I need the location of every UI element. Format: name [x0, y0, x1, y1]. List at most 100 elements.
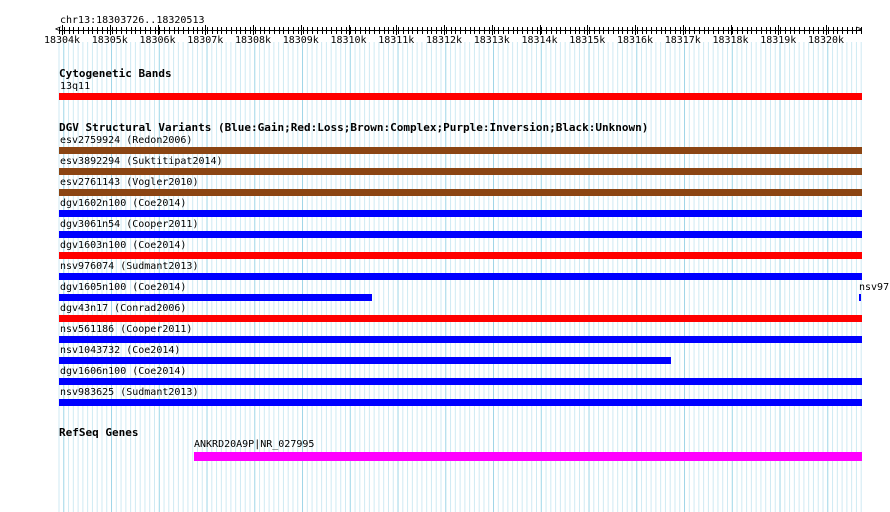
ruler-minor-tick [756, 27, 758, 34]
ruler-major-tick [396, 25, 398, 35]
variant-bar[interactable] [59, 147, 862, 154]
variant-bar[interactable] [59, 273, 862, 280]
ruler-minor-tick [703, 27, 705, 34]
ruler-minor-tick [101, 27, 103, 34]
ruler-minor-tick [531, 27, 533, 34]
ruler-minor-tick [388, 27, 390, 34]
ruler-minor-tick [617, 27, 619, 34]
ruler-major-tick [62, 25, 63, 35]
ruler-minor-tick [364, 27, 366, 34]
ruler-minor-tick [603, 27, 605, 34]
ruler-minor-tick [378, 27, 380, 34]
ruler-minor-tick [512, 27, 514, 34]
ruler-minor-tick [694, 27, 696, 34]
variant-bar[interactable] [59, 189, 862, 196]
ruler-minor-tick [240, 27, 242, 34]
ruler-minor-tick [63, 27, 65, 34]
ruler-minor-tick [407, 27, 409, 34]
ruler-tick-label: 18317k [664, 35, 701, 46]
ruler-minor-tick [92, 27, 94, 34]
ruler-tick-label: 18313k [473, 35, 510, 46]
ruler-minor-tick [168, 27, 170, 34]
variant-side-bar[interactable] [859, 294, 861, 301]
ruler-minor-tick [483, 27, 485, 34]
ruler-minor-tick [541, 27, 543, 34]
ruler-minor-tick [469, 27, 471, 34]
variant-bar[interactable] [59, 336, 862, 343]
ruler-minor-tick [522, 27, 524, 34]
ruler-minor-tick [269, 27, 271, 34]
ruler-minor-tick [464, 27, 466, 34]
cytoband-label: 13q11 [60, 81, 91, 92]
ruler-minor-tick [230, 27, 232, 34]
ruler-major-tick [205, 25, 207, 35]
ruler-minor-tick [445, 27, 447, 34]
ruler-major-tick [682, 25, 684, 35]
cytoband-bar[interactable] [59, 93, 862, 100]
ruler-minor-tick [374, 27, 376, 34]
ruler-minor-tick [393, 27, 395, 34]
ruler-minor-tick [784, 27, 786, 34]
refseq-gene-bar[interactable] [194, 452, 862, 461]
ruler-minor-tick [837, 27, 839, 34]
ruler-minor-tick [646, 27, 648, 34]
ruler-minor-tick [546, 27, 548, 34]
ruler-minor-tick [555, 27, 557, 34]
variant-bar[interactable] [59, 294, 372, 301]
ruler-minor-tick [106, 27, 108, 34]
ruler-minor-tick [140, 27, 142, 34]
ruler-minor-tick [302, 27, 304, 34]
ruler-minor-tick [679, 27, 681, 34]
ruler-minor-tick [135, 27, 137, 34]
ruler-minor-tick [316, 27, 318, 34]
variant-bar[interactable] [59, 315, 862, 322]
variant-bar[interactable] [59, 231, 862, 238]
ruler-minor-tick [598, 27, 600, 34]
ruler-tick-label: 18309k [282, 35, 319, 46]
ruler-minor-tick [737, 27, 739, 34]
dgv-track-title: DGV Structural Variants (Blue:Gain;Red:L… [59, 121, 649, 134]
variant-bar[interactable] [59, 168, 862, 175]
refseq-track-title: RefSeq Genes [59, 426, 139, 439]
ruler-tick-label: 18310k [330, 35, 367, 46]
variant-bar[interactable] [59, 399, 862, 406]
ruler-tick-label: 18306k [139, 35, 176, 46]
ruler-minor-tick [780, 27, 782, 34]
variant-bar[interactable] [59, 210, 862, 217]
ruler-minor-tick [674, 27, 676, 34]
variant-label: nsv1043732 (Coe2014) [60, 345, 181, 356]
ruler-minor-tick [345, 27, 347, 34]
ruler-minor-tick [383, 27, 385, 34]
variant-bar[interactable] [59, 378, 862, 385]
ruler-minor-tick [655, 27, 657, 34]
ruler-minor-tick [426, 27, 428, 34]
ruler-minor-tick [183, 27, 185, 34]
refseq-gene-label: ANKRD20A9P|NR_027995 [194, 439, 315, 450]
ruler-minor-tick [221, 27, 223, 34]
ruler-minor-tick [111, 27, 113, 34]
ruler-minor-tick [813, 27, 815, 34]
ruler-minor-tick [770, 27, 772, 34]
ruler-minor-tick [823, 27, 824, 34]
ruler-major-tick [778, 25, 780, 35]
ruler-minor-tick [632, 27, 633, 34]
variant-label: esv3892294 (Suktitipat2014) [60, 156, 223, 167]
ruler-minor-tick [560, 27, 562, 34]
ruler-minor-tick [116, 27, 118, 34]
ruler-minor-tick [569, 27, 571, 34]
ruler-tick-label: 18311k [378, 35, 415, 46]
ruler-right-arrow-icon[interactable]: > [856, 24, 862, 36]
ruler-minor-tick [288, 27, 290, 34]
ruler-minor-tick [355, 27, 357, 34]
ruler-minor-tick [216, 27, 218, 34]
ruler-minor-tick [235, 27, 237, 34]
variant-label: dgv1602n100 (Coe2014) [60, 198, 187, 209]
ruler-minor-tick [450, 27, 452, 34]
variant-bar[interactable] [59, 357, 671, 364]
ruler-minor-tick [708, 27, 710, 34]
ruler-minor-tick [441, 27, 442, 34]
ruler-minor-tick [851, 27, 853, 34]
ruler-minor-tick [732, 27, 734, 34]
ruler-major-tick [491, 25, 493, 35]
variant-bar[interactable] [59, 252, 862, 259]
